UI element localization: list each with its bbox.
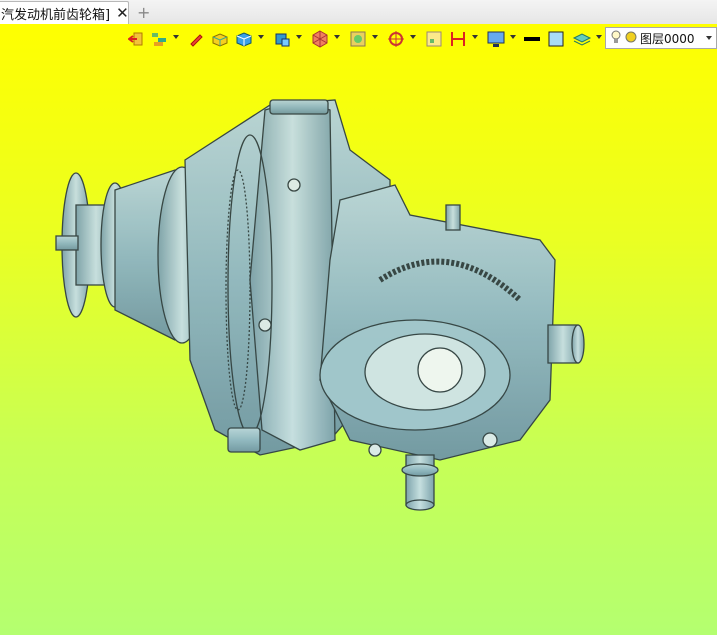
gearbox-model[interactable] bbox=[0, 0, 717, 635]
